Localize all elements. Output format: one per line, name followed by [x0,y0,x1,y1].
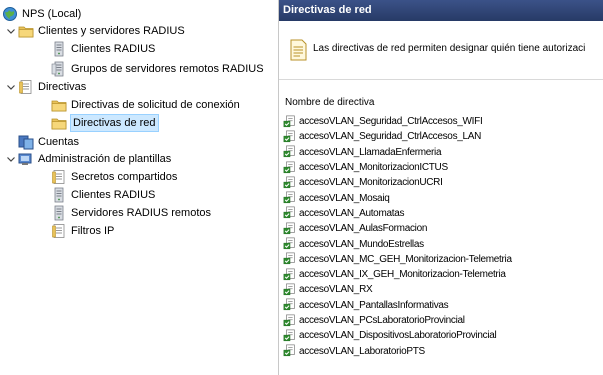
policy-icon [283,313,297,328]
server-icon [51,205,67,221]
accounting-icon [18,134,34,150]
policy-row[interactable]: accesoVLAN_MC_GEH_Monitorizacion-Telemet… [283,252,512,267]
policy-name: accesoVLAN_LlamadaEnfermeria [299,146,442,158]
tree-item-connection-request-policies[interactable]: Directivas de solicitud de conexión [51,97,240,113]
tree-item-policies[interactable]: Directivas [6,79,86,95]
policy-icon [283,344,297,358]
folder-icon [18,23,34,39]
policy-icon [283,160,297,175]
description-text: Las directivas de red permiten designar … [313,43,586,54]
policy-row[interactable]: accesoVLAN_PantallasInformativas [283,298,512,313]
policy-icon [283,283,297,297]
policy-name: accesoVLAN_PCsLaboratorioProvincial [299,315,465,326]
policy-row[interactable]: accesoVLAN_AulasFormacion [283,221,512,236]
policies-icon [18,79,34,95]
tree-item-templates-management[interactable]: Administración de plantillas [6,151,171,167]
details-pane: Directivas de red Las directivas de red … [279,0,603,375]
policy-name: accesoVLAN_AulasFormacion [299,223,428,235]
policy-row[interactable]: accesoVLAN_RX [283,282,512,297]
policy-list: accesoVLAN_Seguridad_CtrlAccesos_WIFIacc… [283,114,512,359]
pane-title: Directivas de red [279,0,603,21]
tree-item-template-radius-clients[interactable]: Clientes RADIUS [51,187,155,203]
policy-row[interactable]: accesoVLAN_Seguridad_CtrlAccesos_WIFI [283,114,512,129]
tree-label: Secretos compartidos [71,171,178,183]
tree-label: NPS (Local) [22,8,82,20]
tree-label: Clientes RADIUS [71,43,156,55]
tree-label: Cuentas [38,136,79,148]
tree-item-shared-secrets[interactable]: Secretos compartidos [51,169,177,185]
policy-icon [283,130,297,144]
policy-name: accesoVLAN_Seguridad_CtrlAccesos_LAN [299,131,482,143]
tree-item-radius-clients[interactable]: Clientes RADIUS [51,41,155,57]
policy-name: accesoVLAN_MundoEstrellas [299,238,424,250]
tree-item-nps-local[interactable]: NPS (Local) [2,6,81,22]
policy-icon [283,252,297,266]
policy-row[interactable]: accesoVLAN_MundoEstrellas [283,236,512,251]
server-icon [51,41,67,57]
policy-name: accesoVLAN_RX [299,284,373,296]
tree-item-accounts[interactable]: Cuentas [18,134,79,150]
policy-name: accesoVLAN_Automatas [299,207,405,219]
tree-label: Servidores RADIUS remotos [71,207,211,219]
policy-name: accesoVLAN_PantallasInformativas [299,299,449,311]
open-folder-icon [51,115,67,131]
tree-label: Directivas de solicitud de conexión [71,99,240,111]
policy-row[interactable]: accesoVLAN_LlamadaEnfermeria [283,145,512,160]
chevron-down-icon[interactable] [6,79,17,95]
tree-item-network-policies[interactable]: Directivas de red [51,114,159,132]
policy-icon [283,176,297,190]
column-header-policy-name[interactable]: Nombre de directiva [285,97,374,108]
policy-name: accesoVLAN_IX_GEH_Monitorizacion-Telemet… [299,269,506,281]
policy-icon [283,267,297,282]
policy-icon [283,298,297,312]
policy-row[interactable]: accesoVLAN_MonitorizacionICTUS [283,160,512,175]
console-tree: NPS (Local) Clientes y servidores RADIUS… [0,0,279,375]
chevron-down-icon[interactable] [6,23,17,39]
policy-row[interactable]: accesoVLAN_MonitorizacionUCRI [283,175,512,190]
document-icon [51,223,67,239]
policy-row[interactable]: accesoVLAN_LaboratorioPTS [283,343,512,358]
policy-document-icon [289,39,307,64]
tree-item-remote-radius-servers[interactable]: Servidores RADIUS remotos [51,205,211,221]
document-icon [51,169,67,185]
tree-label: Directivas [38,81,87,93]
tree-item-ip-filters[interactable]: Filtros IP [51,223,114,239]
policy-icon [283,145,297,159]
tree-item-clients-servers[interactable]: Clientes y servidores RADIUS [6,23,185,39]
policy-icon [283,191,297,205]
policy-name: accesoVLAN_MonitorizacionICTUS [299,162,448,174]
policy-name: accesoVLAN_MC_GEH_Monitorizacion-Telemet… [299,253,512,265]
tree-label: Filtros IP [71,225,115,237]
policy-icon [283,329,297,343]
policy-row[interactable]: accesoVLAN_DispositivosLaboratorioProvin… [283,328,512,343]
policy-icon [283,114,297,129]
policy-name: accesoVLAN_Mosaiq [299,192,390,204]
policy-name: accesoVLAN_MonitorizacionUCRI [299,177,443,189]
tree-label: Administración de plantillas [38,153,172,165]
policy-icon [283,222,297,236]
tree-label: Clientes RADIUS [71,189,156,201]
chevron-down-icon[interactable] [6,151,17,167]
tree-item-remote-server-groups[interactable]: Grupos de servidores remotos RADIUS [51,61,264,77]
tree-label: Grupos de servidores remotos RADIUS [71,63,264,75]
policy-name: accesoVLAN_LaboratorioPTS [299,345,425,357]
policy-icon [283,206,297,220]
server-icon [51,187,67,203]
policy-name: accesoVLAN_Seguridad_CtrlAccesos_WIFI [299,116,483,128]
folder-icon [51,97,67,113]
policy-name: accesoVLAN_DispositivosLaboratorioProvin… [299,330,497,342]
policy-row[interactable]: accesoVLAN_Mosaiq [283,190,512,205]
policy-row[interactable]: accesoVLAN_IX_GEH_Monitorizacion-Telemet… [283,267,512,282]
nps-globe-icon [2,6,18,22]
policy-icon [283,237,297,251]
tree-label: Clientes y servidores RADIUS [38,25,185,37]
tree-label: Directivas de red [70,114,159,132]
policy-row[interactable]: accesoVLAN_Automatas [283,206,512,221]
server-group-icon [51,61,67,77]
description-box: Las directivas de red permiten designar … [279,21,603,80]
templates-icon [18,151,34,167]
policy-row[interactable]: accesoVLAN_Seguridad_CtrlAccesos_LAN [283,129,512,144]
policy-row[interactable]: accesoVLAN_PCsLaboratorioProvincial [283,313,512,328]
